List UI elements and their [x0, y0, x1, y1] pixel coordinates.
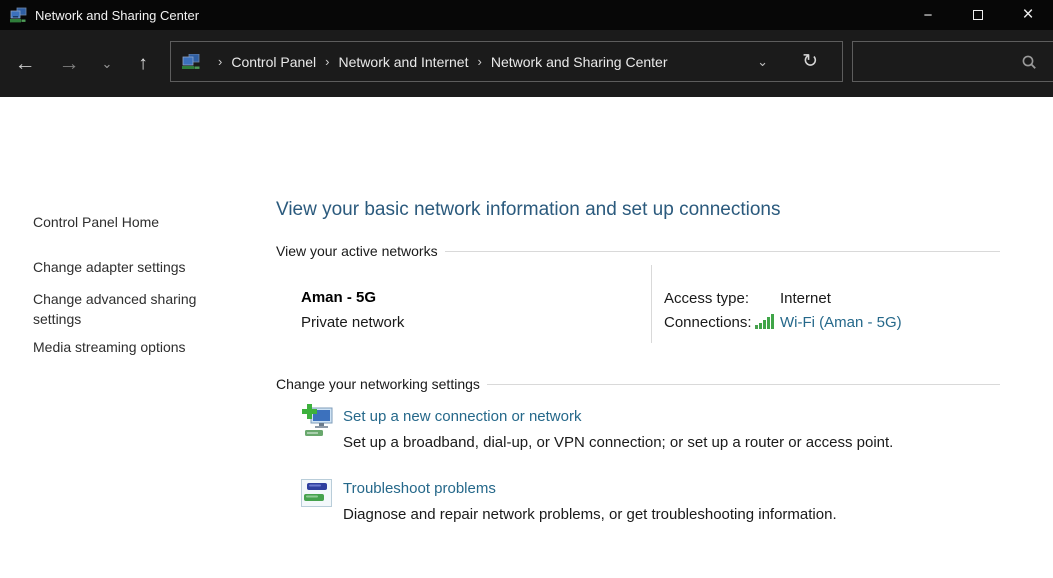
breadcrumb-separator-icon: ›	[218, 54, 222, 69]
back-button[interactable]: ←	[8, 30, 42, 97]
search-box[interactable]	[852, 41, 1053, 82]
sidebar-item-change-adapter-settings[interactable]: Change adapter settings	[33, 259, 233, 275]
window-controls: − ×	[903, 0, 1053, 30]
network-details-divider	[651, 265, 652, 343]
setup-new-connection-link[interactable]: Set up a new connection or network	[343, 408, 581, 425]
recent-locations-button[interactable]: ⌄	[94, 30, 120, 97]
active-networks-label: View your active networks	[276, 243, 438, 259]
network-name: Aman - 5G	[301, 289, 376, 306]
navigation-bar: ← → ⌄ ↑ › Control Panel › Network and In…	[0, 30, 1053, 97]
troubleshoot-problems-link[interactable]: Troubleshoot problems	[343, 480, 496, 497]
breadcrumb-network-and-internet[interactable]: Network and Internet	[339, 54, 469, 70]
network-type: Private network	[301, 314, 404, 331]
refresh-button[interactable]: ↻	[802, 50, 818, 73]
breadcrumb-network-and-sharing-center[interactable]: Network and Sharing Center	[491, 54, 668, 70]
back-icon: ←	[15, 52, 36, 76]
chevron-down-icon: ⌄	[757, 54, 768, 69]
access-type-value: Internet	[780, 290, 831, 307]
page-title: View your basic network information and …	[276, 199, 780, 221]
network-sharing-center-window: Network and Sharing Center − × ← → ⌄ ↑ ›…	[0, 0, 1053, 578]
maximize-button[interactable]	[953, 0, 1003, 30]
active-networks-section-header: View your active networks	[276, 243, 1000, 259]
minimize-button[interactable]: −	[903, 0, 953, 30]
connections-label: Connections:	[664, 314, 752, 331]
forward-button[interactable]: →	[52, 30, 86, 97]
title-bar: Network and Sharing Center − ×	[0, 0, 1053, 30]
wifi-signal-icon	[755, 314, 776, 330]
address-dropdown-button[interactable]: ⌄	[757, 54, 768, 70]
forward-icon: →	[59, 52, 80, 76]
access-type-label: Access type:	[664, 290, 749, 307]
section-rule	[445, 251, 1000, 252]
breadcrumb-separator-icon: ›	[477, 54, 481, 69]
network-app-icon	[10, 7, 27, 24]
breadcrumb-control-panel[interactable]: Control Panel	[231, 54, 316, 70]
troubleshoot-icon[interactable]	[301, 479, 332, 507]
close-button[interactable]: ×	[1003, 0, 1053, 30]
sidebar-item-media-streaming-options[interactable]: Media streaming options	[33, 339, 233, 355]
refresh-icon: ↻	[802, 51, 818, 72]
up-button[interactable]: ↑	[126, 30, 160, 97]
maximize-icon	[973, 10, 983, 20]
new-connection-icon[interactable]	[299, 403, 335, 439]
close-icon: ×	[1022, 4, 1033, 26]
troubleshoot-problems-description: Diagnose and repair network problems, or…	[343, 506, 837, 523]
sidebar-item-change-advanced-sharing-settings[interactable]: Change advanced sharing settings	[33, 289, 211, 329]
window-title: Network and Sharing Center	[35, 8, 199, 23]
sidebar-item-control-panel-home[interactable]: Control Panel Home	[33, 214, 233, 230]
address-bar[interactable]: › Control Panel › Network and Internet ›…	[170, 41, 843, 82]
content-area: Control Panel Home Change adapter settin…	[0, 97, 1053, 578]
up-icon: ↑	[138, 53, 148, 75]
section-rule	[487, 384, 1000, 385]
minimize-icon: −	[924, 7, 933, 24]
networking-settings-label: Change your networking settings	[276, 376, 480, 392]
networking-settings-section-header: Change your networking settings	[276, 376, 1000, 392]
setup-new-connection-description: Set up a broadband, dial-up, or VPN conn…	[343, 434, 893, 451]
search-icon	[1021, 54, 1037, 70]
wifi-connection-link[interactable]: Wi-Fi (Aman - 5G)	[780, 314, 902, 331]
chevron-down-icon: ⌄	[102, 56, 113, 72]
breadcrumb-separator-icon: ›	[325, 54, 329, 69]
control-panel-location-icon	[181, 54, 201, 70]
